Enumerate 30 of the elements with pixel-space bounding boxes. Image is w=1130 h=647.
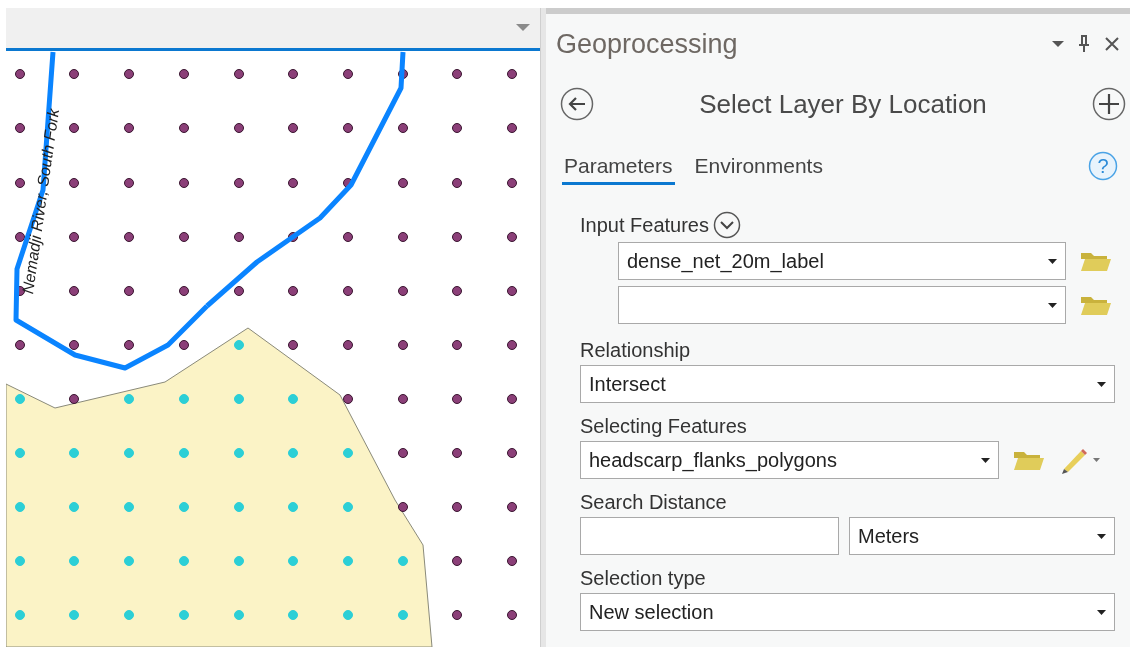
- caret-icon[interactable]: [1097, 381, 1106, 387]
- add-icon[interactable]: [1092, 87, 1126, 121]
- distance-input[interactable]: [580, 517, 839, 555]
- caret-icon[interactable]: [1097, 609, 1106, 615]
- parameter-label: Input Features: [580, 213, 709, 237]
- caret-icon[interactable]: [981, 457, 990, 463]
- pane-title: Geoprocessing: [556, 28, 738, 60]
- caret-icon[interactable]: [1048, 258, 1057, 264]
- river-label: Nemadji River, South Fork: [19, 107, 62, 295]
- pin-icon[interactable]: [1078, 35, 1090, 53]
- caret-icon[interactable]: [1097, 533, 1106, 539]
- caret-icon[interactable]: [1048, 302, 1057, 308]
- dropdown-field[interactable]: Intersect: [580, 365, 1115, 403]
- parameter-label: Relationship: [580, 339, 692, 362]
- layer-dropdown[interactable]: headscarp_flanks_polygons: [580, 441, 999, 479]
- layer-dropdown[interactable]: dense_net_20m_label: [618, 242, 1066, 280]
- tool-title: Select Layer By Location: [699, 88, 987, 120]
- parameter-label: Selection type: [580, 567, 707, 590]
- parameter-label: Selecting Features: [580, 415, 748, 438]
- unit-dropdown[interactable]: Meters: [849, 517, 1115, 555]
- parameter-label: Search Distance: [580, 491, 728, 514]
- tab[interactable]: Environments: [692, 154, 825, 185]
- expand-icon[interactable]: [712, 211, 741, 239]
- dropdown-field[interactable]: New selection: [580, 593, 1115, 631]
- map-canvas[interactable]: Nemadji River, South Fork: [6, 51, 540, 647]
- tab[interactable]: Parameters: [562, 154, 675, 185]
- pencil-icon[interactable]: [1059, 446, 1101, 474]
- close-icon[interactable]: [1104, 36, 1120, 52]
- dropdown-icon[interactable]: [1052, 40, 1064, 48]
- back-icon[interactable]: [560, 87, 594, 121]
